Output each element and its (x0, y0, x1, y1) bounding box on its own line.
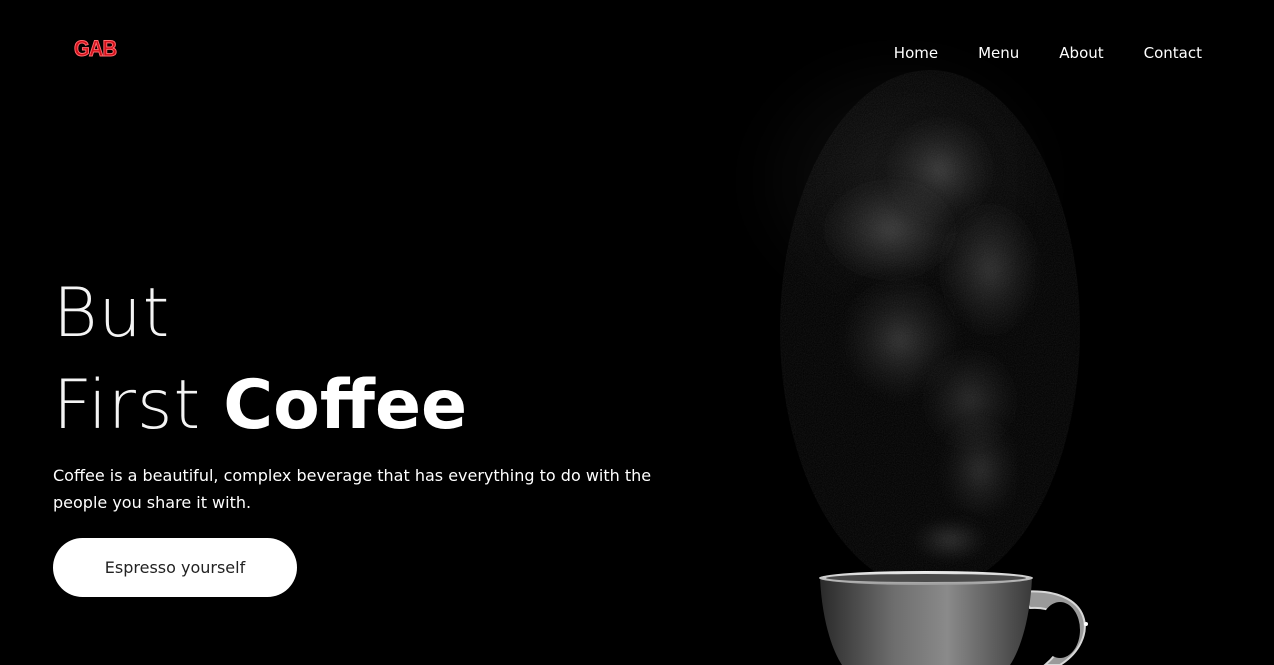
espresso-yourself-button[interactable]: Espresso yourself (53, 538, 297, 597)
hero-headline: But First Coffee (53, 268, 673, 452)
headline-line-2-bold: Coffee (223, 366, 468, 445)
headline-line-1: But (53, 274, 171, 353)
nav-item-menu[interactable]: Menu (958, 44, 1039, 62)
nav-item-contact[interactable]: Contact (1124, 44, 1202, 62)
main-nav: Home Menu About Contact (874, 44, 1202, 62)
headline-line-2-light: First (53, 366, 202, 445)
landing-page: GAB Home Menu About Contact But First Co… (0, 0, 1274, 665)
hero-subtitle: Coffee is a beautiful, complex beverage … (53, 466, 652, 512)
nav-item-home[interactable]: Home (874, 44, 958, 62)
coffee-cup-steam-image (700, 10, 1100, 665)
nav-item-about[interactable]: About (1039, 44, 1123, 62)
hero-section: But First Coffee Coffee is a beautiful, … (53, 268, 673, 597)
brand-logo[interactable]: GAB (74, 36, 118, 62)
coffee-cup (819, 571, 1088, 665)
